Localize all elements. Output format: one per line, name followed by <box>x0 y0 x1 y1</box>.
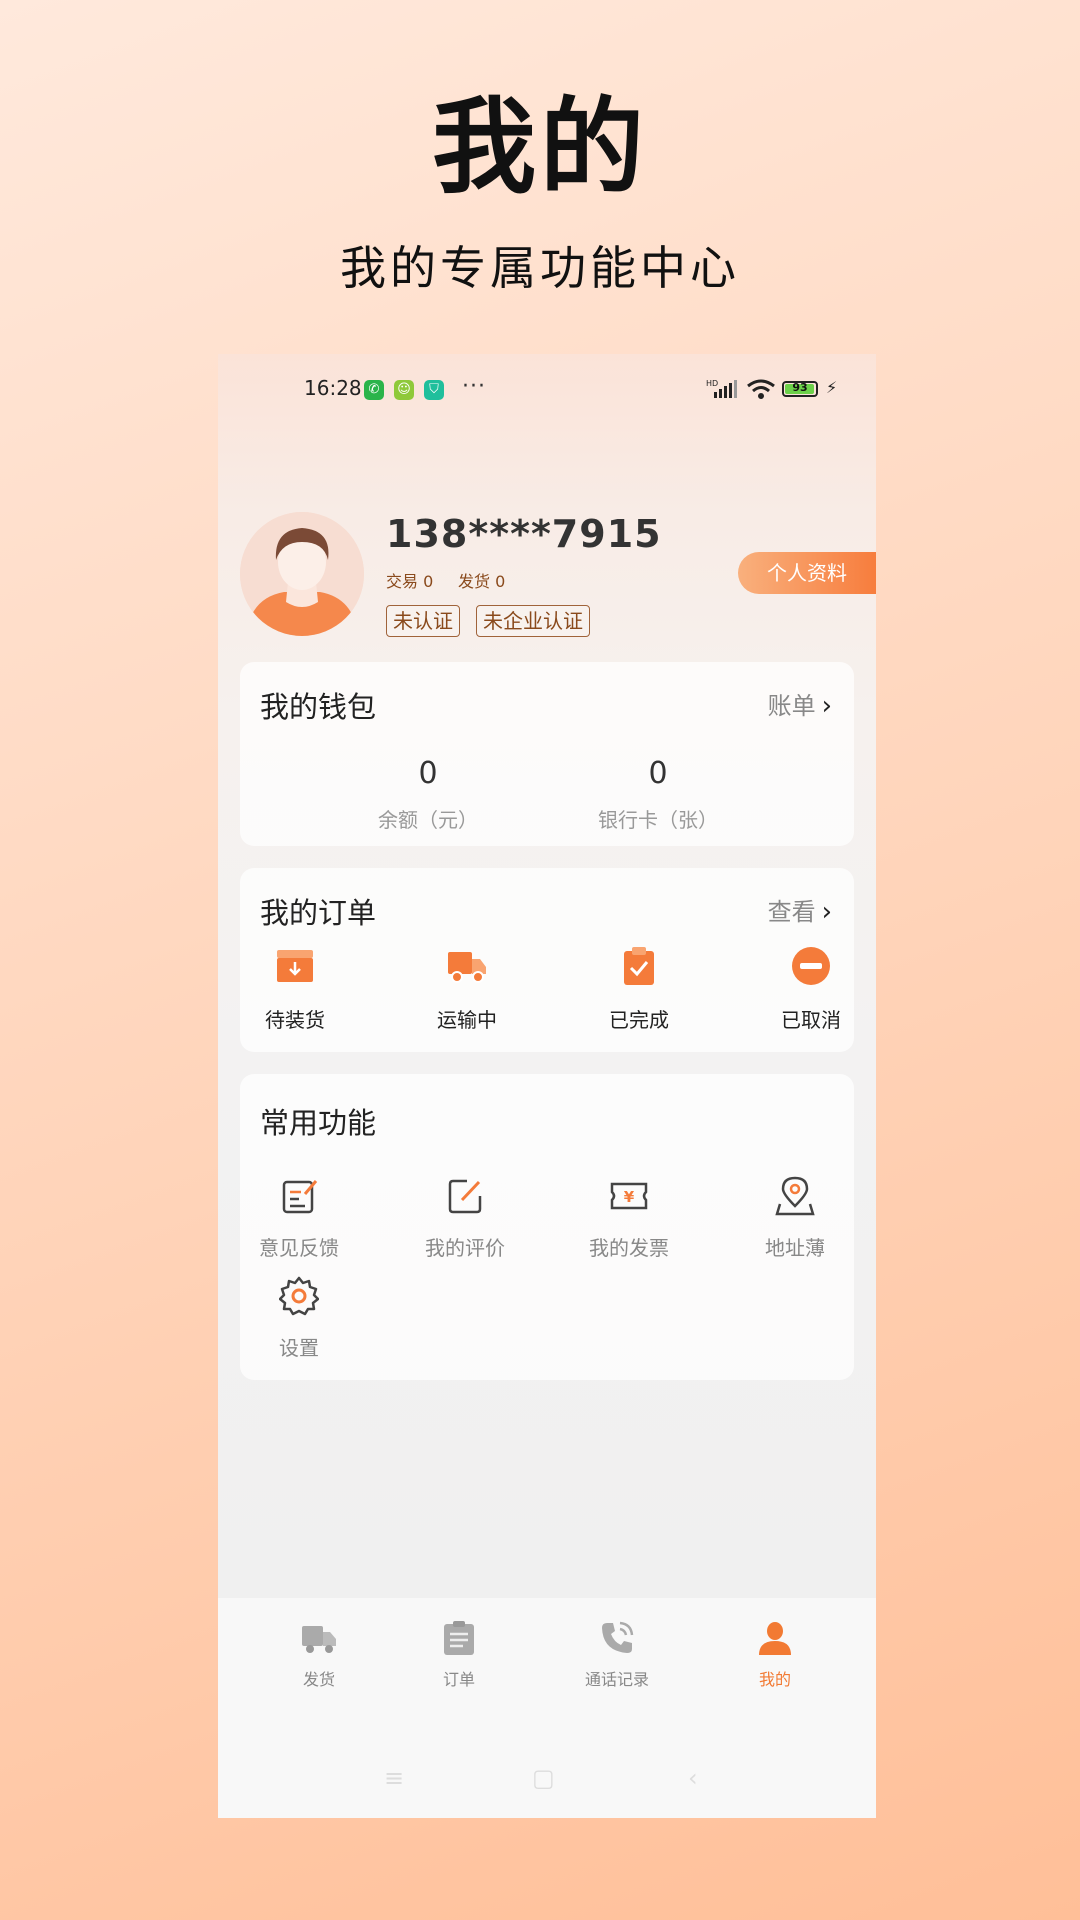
wallet-card: 我的钱包 账单 › 0 余额（元） 0 银行卡（张） <box>240 662 854 846</box>
phone-icon <box>602 1621 634 1653</box>
functions-title: 常用功能 <box>260 1106 377 1140</box>
nav-orders-label: 订单 <box>442 1670 475 1689</box>
balance-value[interactable]: 0 <box>328 756 528 791</box>
nav-ship-label: 发货 <box>302 1670 335 1689</box>
wifi-icon <box>747 379 775 399</box>
profile-button[interactable]: 个人资料 <box>738 552 876 594</box>
avatar[interactable] <box>240 512 364 636</box>
order-cancelled-label: 已取消 <box>781 1008 841 1032</box>
chevron-right-icon: › <box>821 691 832 721</box>
bank-card-label: 银行卡（张） <box>598 808 718 832</box>
truck-icon <box>448 952 486 983</box>
gear-icon <box>278 1276 320 1316</box>
address-book-label: 地址薄 <box>765 1236 825 1260</box>
system-home-icon[interactable]: ▢ <box>532 1764 555 1792</box>
orders-title: 我的订单 <box>260 896 377 930</box>
document-icon <box>444 1621 474 1655</box>
my-reviews-label: 我的评价 <box>425 1236 505 1260</box>
person-icon <box>759 1622 791 1655</box>
my-reviews-item[interactable]: 我的评价 <box>410 1176 520 1261</box>
phone-screen: 16:28 ✆ ☺ ⛉ ··· HD 93 ⚡ 138****7915 交易 0… <box>218 354 876 1818</box>
trade-count[interactable]: 交易 0 <box>386 568 433 592</box>
my-invoices-label: 我的发票 <box>589 1236 669 1260</box>
feedback-label: 意见反馈 <box>259 1236 339 1260</box>
promo-title: 我的 <box>431 86 648 208</box>
order-pending-loading[interactable]: 待装货 <box>240 946 350 1033</box>
truck-icon <box>302 1626 336 1653</box>
orders-card: 我的订单 查看 › 待装货 运输中 已完成 已取消 <box>240 868 854 1052</box>
order-pending-loading-label: 待装货 <box>265 1008 325 1032</box>
clipboard-check-icon <box>624 947 654 985</box>
bank-card-value[interactable]: 0 <box>558 756 758 791</box>
more-notifications-icon: ··· <box>462 374 486 399</box>
status-bar: 16:28 ✆ ☺ ⛉ ··· HD 93 ⚡ <box>218 374 876 414</box>
settings-item[interactable]: 设置 <box>244 1276 354 1361</box>
chevron-right-icon: › <box>821 897 832 927</box>
edit-icon <box>448 1179 482 1214</box>
bill-link[interactable]: 账单 › <box>768 686 832 721</box>
battery-level: 93 <box>792 381 808 394</box>
signal-icon: HD <box>706 379 737 398</box>
order-in-transit[interactable]: 运输中 <box>412 946 522 1033</box>
settings-label: 设置 <box>279 1336 319 1360</box>
system-menu-icon[interactable]: ≡ <box>384 1764 404 1792</box>
hd-label: HD <box>706 379 718 388</box>
view-orders-label: 查看 <box>767 898 816 926</box>
bottom-nav: 发货 订单 通话记录 我的 ≡ ▢ ‹ <box>218 1598 876 1818</box>
ship-count[interactable]: 发货 0 <box>458 568 505 592</box>
enterprise-cert-tag[interactable]: 未企业认证 <box>476 605 590 637</box>
charging-icon: ⚡ <box>826 378 838 397</box>
battery-icon: 93 <box>782 381 818 397</box>
status-time: 16:28 <box>304 376 362 400</box>
nav-mine[interactable]: 我的 <box>715 1620 835 1690</box>
svg-text:¥: ¥ <box>624 1188 635 1206</box>
box-down-icon <box>277 950 313 982</box>
feedback-icon <box>282 1180 318 1214</box>
nav-orders[interactable]: 订单 <box>399 1620 519 1690</box>
order-completed-label: 已完成 <box>609 1008 669 1032</box>
balance-label: 余额（元） <box>378 808 478 832</box>
invoice-icon: ¥ <box>610 1182 648 1210</box>
nav-call-records-label: 通话记录 <box>584 1670 649 1689</box>
shield-app-icon: ⛉ <box>424 380 444 400</box>
feedback-item[interactable]: 意见反馈 <box>244 1176 354 1261</box>
nav-ship[interactable]: 发货 <box>259 1620 379 1690</box>
order-in-transit-label: 运输中 <box>437 1008 497 1032</box>
order-cancelled[interactable]: 已取消 <box>756 946 866 1033</box>
nav-call-records[interactable]: 通话记录 <box>557 1620 677 1690</box>
promo-subtitle: 我的专属功能中心 <box>340 241 740 295</box>
personal-cert-tag[interactable]: 未认证 <box>386 605 460 637</box>
nav-mine-label: 我的 <box>758 1670 791 1689</box>
system-back-icon[interactable]: ‹ <box>688 1764 698 1792</box>
app-notification-icon: ☺ <box>394 380 414 400</box>
my-invoices-item[interactable]: ¥ 我的发票 <box>574 1176 684 1261</box>
wallet-title: 我的钱包 <box>260 690 377 724</box>
status-right: HD 93 ⚡ <box>706 378 846 404</box>
user-phone-number: 138****7915 <box>386 512 662 556</box>
functions-card: 常用功能 意见反馈 我的评价 ¥ 我的发票 地址薄 设置 <box>240 1074 854 1380</box>
minus-circle-icon <box>792 947 830 985</box>
location-pin-icon <box>775 1176 815 1216</box>
phone-app-icon: ✆ <box>364 380 384 400</box>
bill-link-label: 账单 <box>767 692 816 720</box>
order-completed[interactable]: 已完成 <box>584 946 694 1033</box>
address-book-item[interactable]: 地址薄 <box>740 1176 850 1261</box>
view-orders-link[interactable]: 查看 › <box>768 892 832 927</box>
avatar-illustration <box>240 512 364 636</box>
